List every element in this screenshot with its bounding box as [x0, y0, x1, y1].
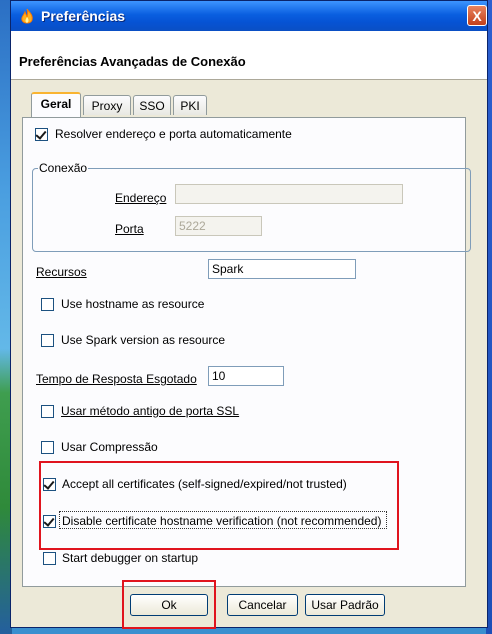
certificate-options-highlight	[39, 461, 399, 550]
tab-geral[interactable]: Geral	[31, 92, 81, 117]
header-banner: Preferências Avançadas de Conexão	[11, 31, 487, 80]
auto-resolve-label: Resolver endereço e porta automaticament…	[55, 127, 292, 141]
tab-sso[interactable]: SSO	[133, 95, 171, 115]
resources-input[interactable]: Spark	[208, 259, 356, 279]
hostname-resource-checkbox[interactable]	[41, 298, 54, 311]
version-resource-checkbox[interactable]	[41, 334, 54, 347]
restore-defaults-button[interactable]: Usar Padrão	[305, 594, 385, 616]
tab-proxy[interactable]: Proxy	[83, 95, 131, 115]
resources-label: Recursos	[36, 265, 87, 279]
version-resource-label: Use Spark version as resource	[61, 333, 226, 347]
spark-flame-icon	[21, 8, 33, 24]
debugger-checkbox[interactable]	[43, 552, 56, 565]
timeout-input[interactable]: 10	[208, 366, 284, 386]
connection-fieldset	[32, 168, 471, 252]
header-title: Preferências Avançadas de Conexão	[19, 54, 246, 69]
timeout-label: Tempo de Resposta Esgotado	[36, 372, 197, 386]
cancel-button[interactable]: Cancelar	[227, 594, 298, 616]
port-label: Porta	[115, 222, 144, 236]
tab-pki[interactable]: PKI	[173, 95, 207, 115]
connection-legend: Conexão	[38, 161, 89, 175]
address-label: Endereço	[115, 191, 167, 205]
hostname-resource-label: Use hostname as resource	[61, 297, 205, 311]
old-ssl-checkbox[interactable]	[41, 405, 54, 418]
old-ssl-label: Usar método antigo de porta SSL	[61, 404, 240, 418]
compression-checkbox[interactable]	[41, 441, 54, 454]
close-button[interactable]: X	[467, 5, 487, 26]
ok-button-highlight	[122, 580, 216, 629]
port-input[interactable]: 5222	[175, 216, 262, 236]
auto-resolve-checkbox[interactable]	[35, 128, 48, 141]
title-bar[interactable]: Preferências X	[11, 1, 487, 31]
window-title: Preferências	[41, 8, 126, 24]
debugger-label: Start debugger on startup	[62, 551, 199, 565]
compression-label: Usar Compressão	[61, 440, 158, 454]
address-input[interactable]	[175, 184, 403, 204]
